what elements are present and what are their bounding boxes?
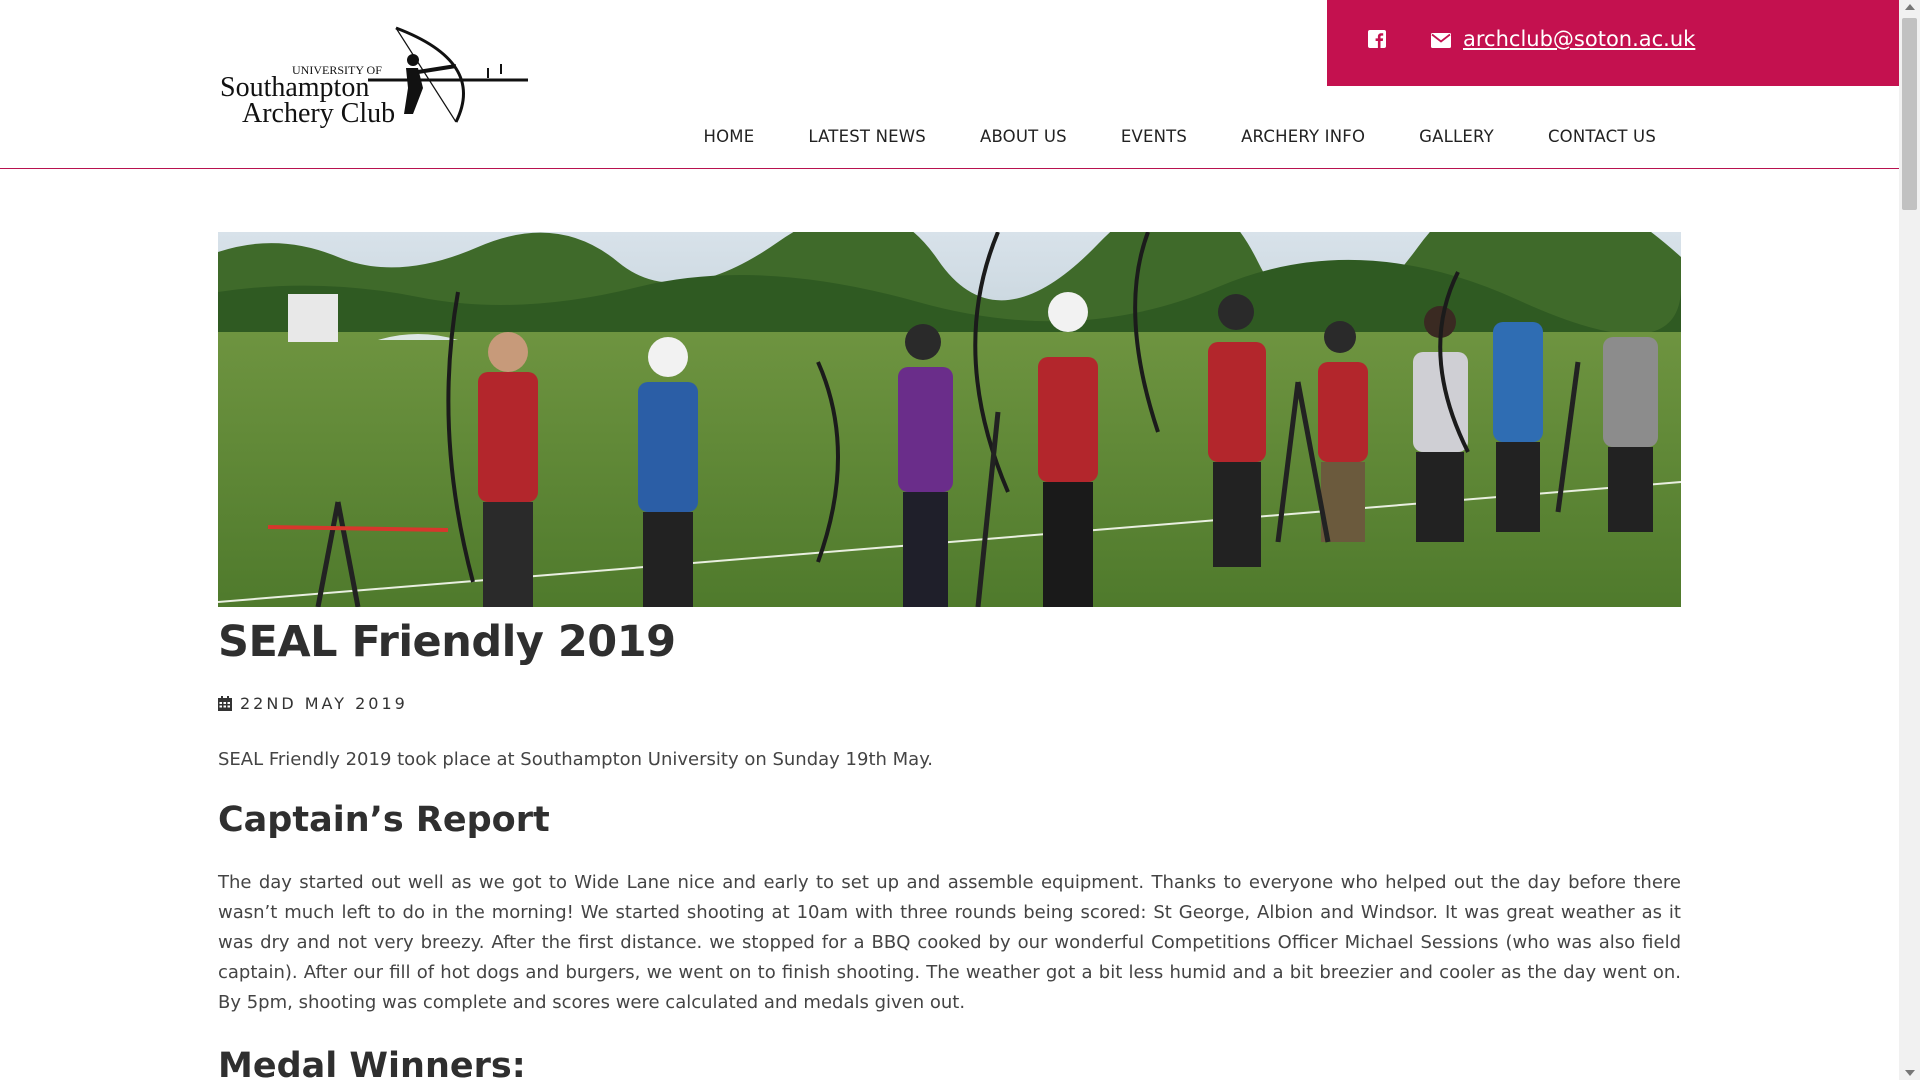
scroll-down-arrow-icon[interactable]: [1905, 1070, 1915, 1076]
email-link[interactable]: archclub@soton.ac.uk: [1463, 27, 1695, 51]
logo-graphic: UNIVERSITY OF Southampton Archery Club: [220, 26, 528, 129]
page-scrollbar[interactable]: [1899, 0, 1920, 1080]
site-header: UNIVERSITY OF Southampton Archery Club a…: [0, 0, 1899, 169]
hero-image: [218, 232, 1681, 607]
post-intro: SEAL Friendly 2019 took place at Southam…: [218, 749, 934, 770]
nav-about-us[interactable]: ABOUT US: [953, 127, 1094, 146]
calendar-icon: [218, 696, 232, 711]
scroll-up-arrow-icon[interactable]: [1905, 4, 1915, 10]
club-logo[interactable]: UNIVERSITY OF Southampton Archery Club: [218, 22, 530, 134]
logo-line3: Archery Club: [242, 98, 395, 129]
nav-archery-info[interactable]: ARCHERY INFO: [1214, 127, 1392, 146]
nav-events[interactable]: EVENTS: [1094, 127, 1214, 146]
main-nav: HOME LATEST NEWS ABOUT US EVENTS ARCHERY…: [676, 127, 1656, 146]
contact-topbar: archclub@soton.ac.uk: [1327, 0, 1899, 86]
post-content: SEAL Friendly 2019 22ND MAY 2019 SEAL Fr…: [218, 232, 1681, 1080]
nav-latest-news[interactable]: LATEST NEWS: [781, 127, 953, 146]
captains-report-heading: Captain’s Report: [218, 800, 550, 840]
captains-report-body: The day started out well as we got to Wi…: [218, 872, 1681, 1013]
archers-photo: [218, 232, 1681, 607]
envelope-icon: [1431, 33, 1451, 48]
nav-gallery[interactable]: GALLERY: [1392, 127, 1521, 146]
nav-home[interactable]: HOME: [676, 127, 781, 146]
nav-contact-us[interactable]: CONTACT US: [1521, 127, 1656, 146]
scroll-thumb[interactable]: [1902, 18, 1917, 210]
post-date: 22ND MAY 2019: [218, 694, 1681, 713]
facebook-icon[interactable]: [1368, 30, 1386, 48]
medal-winners-heading: Medal Winners:: [218, 1046, 526, 1080]
post-title: SEAL Friendly 2019: [218, 617, 676, 667]
post-date-text: 22ND MAY 2019: [240, 694, 408, 713]
